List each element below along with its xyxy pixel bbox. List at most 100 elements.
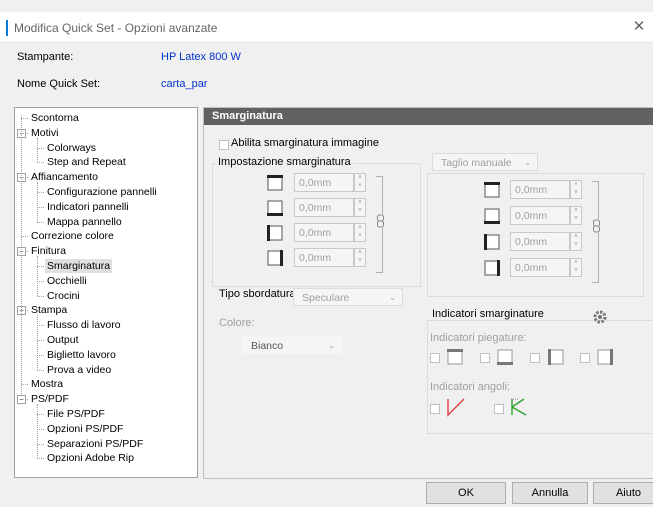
window-title: Modifica Quick Set - Opzioni avanzate — [14, 21, 218, 35]
tree-item[interactable]: Output — [45, 333, 81, 347]
close-icon[interactable]: ✕ — [629, 18, 649, 36]
tree-item[interactable]: Indicatori pannelli — [45, 200, 131, 214]
tree-item[interactable]: Stampa — [29, 303, 69, 317]
bleed-right-stepper[interactable]: ˄ ˅ — [570, 258, 582, 277]
border-type-label: Tipo sbordatura: — [219, 288, 299, 300]
tree-connector — [37, 280, 44, 282]
left-link-icon[interactable] — [376, 214, 385, 228]
tree-connector — [37, 221, 44, 223]
chevron-down-icon: ⌄ — [389, 293, 396, 302]
bleed-top-stepper[interactable]: ˄ ˅ — [354, 173, 366, 192]
tree-item[interactable]: Opzioni Adobe Rip — [45, 451, 136, 465]
color-value: Bianco — [251, 340, 284, 352]
settings-group-title: Impostazione smarginatura — [216, 156, 353, 168]
tree-item[interactable]: Prova a video — [45, 363, 113, 377]
tree-item[interactable]: Flusso di lavoro — [45, 318, 123, 332]
tree-item[interactable]: Occhielli — [45, 274, 89, 288]
fold-right-icon — [596, 348, 614, 369]
tree-connector — [37, 354, 44, 356]
tree-item[interactable]: Smarginatura — [45, 259, 113, 273]
color-select[interactable]: Bianco ⌄ — [242, 336, 342, 354]
tree-connector — [21, 384, 28, 386]
tree-item[interactable]: Scontorna — [29, 111, 81, 125]
mode-value: Taglio manuale — [441, 157, 512, 169]
bleed-left-field[interactable]: 0,0mm — [510, 232, 570, 251]
border-type-select[interactable]: Speculare ⌄ — [293, 288, 403, 306]
bleed-bottom-field[interactable]: 0,0mm — [294, 198, 354, 217]
tree-item[interactable]: Mappa pannello — [45, 215, 124, 229]
mode-select[interactable]: Taglio manuale ⌄ — [432, 153, 538, 171]
bleed-left-icon — [483, 233, 501, 254]
tree-item[interactable]: Finitura — [29, 244, 68, 258]
border-type-value: Speculare — [302, 292, 350, 304]
tree-connector — [37, 162, 44, 164]
tree-connector — [37, 266, 44, 267]
fold-bottom-checkbox[interactable] — [480, 353, 490, 363]
tree-item[interactable]: Affiancamento — [29, 170, 100, 184]
corner-red-icon — [446, 397, 466, 420]
tree-item[interactable]: PS/PDF — [29, 392, 71, 406]
right-link-icon[interactable] — [592, 219, 601, 233]
tree-connector — [37, 206, 44, 208]
printer-value: HP Latex 800 W — [161, 51, 241, 63]
tree-branch-line — [37, 256, 38, 296]
gear-icon[interactable] — [592, 309, 608, 325]
tree-item[interactable]: Correzione colore — [29, 229, 116, 243]
chevron-down-icon: ⌄ — [524, 158, 531, 167]
ok-button[interactable]: OK — [426, 482, 506, 504]
color-label: Colore: — [219, 317, 255, 329]
cancel-button[interactable]: Annulla — [512, 482, 588, 504]
bleed-bottom-field[interactable]: 0,0mm — [510, 206, 570, 225]
tree-connector — [37, 443, 44, 445]
tree-item[interactable]: File PS/PDF — [45, 407, 107, 421]
tree-connector — [37, 295, 44, 297]
tree-item[interactable]: Configurazione pannelli — [45, 185, 159, 199]
bleed-top-field[interactable]: 0,0mm — [510, 180, 570, 199]
tree-item[interactable]: Separazioni PS/PDF — [45, 437, 145, 451]
tree-item[interactable]: Motivi — [29, 126, 60, 140]
fold-right-checkbox[interactable] — [580, 353, 590, 363]
bleed-left-stepper[interactable]: ˄ ˅ — [570, 232, 582, 251]
corner-red-checkbox[interactable] — [430, 404, 440, 414]
tree-branch-line — [37, 404, 38, 459]
tree-connector — [37, 414, 44, 415]
bleed-left-icon — [266, 224, 284, 245]
tree-root-line — [21, 115, 22, 397]
tree-item[interactable]: Crocini — [45, 289, 82, 303]
tree-item[interactable]: Mostra — [29, 377, 65, 391]
tree-connector — [37, 428, 44, 430]
bleed-bottom-stepper[interactable]: ˄ ˅ — [570, 206, 582, 225]
bleed-left-stepper[interactable]: ˄ ˅ — [354, 223, 366, 242]
fold-left-checkbox[interactable] — [530, 353, 540, 363]
settings-panel: Smarginatura Abilita smarginatura immagi… — [203, 107, 653, 479]
bleed-bottom-stepper[interactable]: ˄ ˅ — [354, 198, 366, 217]
tree-item[interactable]: Opzioni PS/PDF — [45, 422, 125, 436]
corner-green-checkbox[interactable] — [494, 404, 504, 414]
fold-left-icon — [547, 348, 565, 369]
tree-item[interactable]: Colorways — [45, 141, 98, 155]
tree-connector — [37, 325, 44, 327]
bleed-bottom-icon — [266, 199, 284, 220]
printer-label: Stampante: — [17, 51, 74, 63]
bleed-top-field[interactable]: 0,0mm — [294, 173, 354, 192]
tree-item[interactable]: Biglietto lavoro — [45, 348, 118, 362]
help-button[interactable]: Aiuto — [593, 482, 653, 504]
corner-indicators-label: Indicatori angoli: — [430, 381, 511, 393]
tree-connector — [37, 192, 44, 193]
bleed-top-stepper[interactable]: ˄ ˅ — [570, 180, 582, 199]
quickset-label: Nome Quick Set: — [17, 78, 101, 90]
enable-bleed-checkbox[interactable] — [219, 140, 229, 150]
top-strip — [0, 0, 653, 12]
bleed-right-stepper[interactable]: ˄ ˅ — [354, 248, 366, 267]
tree-connector — [37, 340, 44, 341]
bleed-right-field[interactable]: 0,0mm — [510, 258, 570, 277]
collapse-icon[interactable]: − — [17, 395, 26, 405]
bleed-bottom-icon — [483, 207, 501, 228]
fold-top-icon — [446, 348, 464, 369]
bleed-left-field[interactable]: 0,0mm — [294, 223, 354, 242]
settings-tree[interactable]: Scontorna Motivi − Colorways Step and Repeat… — [14, 107, 198, 478]
bleed-right-field[interactable]: 0,0mm — [294, 248, 354, 267]
tree-branch-line — [37, 137, 38, 163]
tree-item[interactable]: Step and Repeat — [45, 155, 128, 169]
fold-top-checkbox[interactable] — [430, 353, 440, 363]
